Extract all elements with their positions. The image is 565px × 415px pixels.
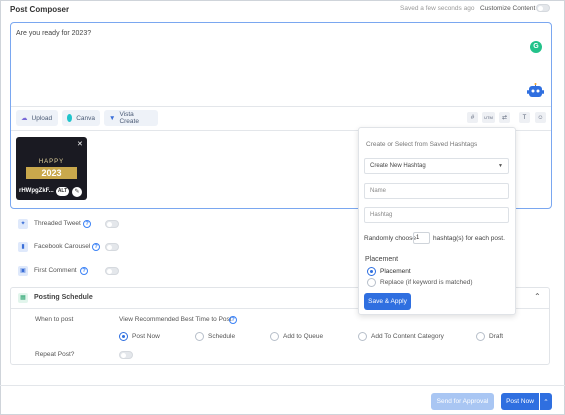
cloud-upload-icon: ☁	[21, 115, 28, 122]
link-shortener-icon[interactable]: ⇄	[499, 112, 510, 123]
placement-option-label: Placement	[380, 268, 411, 275]
when-to-post-label: When to post	[35, 316, 74, 323]
utm-icon[interactable]: UTM	[482, 112, 495, 123]
help-icon[interactable]: ?	[229, 316, 237, 324]
carousel-icon: ▮	[18, 242, 28, 252]
twitter-icon: ✦	[18, 219, 28, 229]
text-format-icon[interactable]: T	[519, 112, 530, 123]
random-count-suffix: hashtag(s) for each post.	[433, 235, 505, 242]
random-count-input[interactable]: 1	[413, 232, 430, 244]
replace-radio[interactable]	[367, 278, 376, 287]
draft-radio[interactable]	[476, 332, 485, 341]
emoji-icon[interactable]: ☺	[535, 112, 546, 123]
post-now-button[interactable]: Post Now	[501, 393, 539, 410]
canva-button[interactable]: Canva	[62, 110, 100, 126]
hashtag-select-value: Create New Hashtag	[370, 163, 426, 169]
canva-icon	[67, 114, 73, 122]
repeat-post-label: Repeat Post?	[35, 351, 75, 358]
send-for-approval-button[interactable]: Send for Approval	[431, 393, 494, 410]
add-to-content-category-radio[interactable]	[358, 332, 367, 341]
schedule-option-label: Schedule	[208, 333, 236, 340]
facebook-carousel-label: Facebook Carousel	[34, 243, 91, 250]
vista-create-icon: ▼	[109, 114, 116, 122]
add-to-queue-radio[interactable]	[270, 332, 279, 341]
ai-assistant-robot-icon[interactable]	[527, 83, 544, 99]
first-comment-label: First Comment	[34, 267, 77, 274]
schedule-radio[interactable]	[195, 332, 204, 341]
add-to-queue-option-label: Add to Queue	[283, 333, 324, 340]
recommended-time-link[interactable]: View Recommended Best Time to Post	[119, 316, 232, 323]
save-apply-button[interactable]: Save & Apply	[364, 293, 411, 310]
remove-media-icon[interactable]: ✕	[77, 140, 83, 148]
repeat-post-toggle[interactable]	[119, 351, 133, 359]
help-icon[interactable]: ?	[83, 220, 91, 228]
vista-create-button[interactable]: ▼ Vista Create	[104, 110, 158, 126]
footer-divider	[0, 385, 565, 386]
help-icon[interactable]: ?	[92, 243, 100, 251]
composer-divider	[11, 106, 551, 107]
grammar-check-icon[interactable]: G	[530, 41, 542, 53]
thumbnail-year-text: 2023	[26, 167, 77, 179]
thumbnail-happy-text: HAPPY	[38, 159, 65, 165]
customize-content-toggle[interactable]	[536, 4, 550, 12]
posting-schedule-title: Posting Schedule	[34, 294, 93, 301]
first-comment-toggle[interactable]	[105, 267, 119, 275]
upload-button[interactable]: ☁ Upload	[16, 110, 58, 126]
hashtag-input[interactable]: Hashtag	[364, 207, 509, 223]
edit-media-icon[interactable]: ✎	[72, 187, 82, 197]
hashtag-select[interactable]: Create New Hashtag ▼	[364, 158, 509, 174]
facebook-carousel-toggle[interactable]	[105, 243, 119, 251]
threaded-tweet-toggle[interactable]	[105, 220, 119, 228]
media-filename: rHWpgZkF...	[19, 188, 54, 194]
post-now-option-label: Post Now	[132, 333, 160, 340]
media-thumbnail[interactable]: HAPPY 2023 rHWpgZkF... ALT ✎ ✕	[16, 137, 87, 200]
hashtag-popup-title: Create or Select from Saved Hashtags	[366, 141, 478, 148]
saved-status: Saved a few seconds ago	[400, 5, 475, 12]
collapse-chevron-icon[interactable]: ⌃	[534, 292, 541, 301]
placement-title: Placement	[365, 256, 399, 263]
page-title: Post Composer	[10, 5, 70, 14]
hashtag-icon[interactable]: #	[467, 112, 478, 123]
add-to-content-category-option-label: Add To Content Category	[371, 333, 444, 340]
chevron-down-icon: ▼	[498, 163, 503, 169]
placement-radio[interactable]	[367, 267, 376, 276]
randomly-choose-label: Randomly choose	[364, 235, 417, 242]
post-options-dropdown-icon[interactable]: ⌃	[540, 393, 552, 410]
replace-option-label: Replace (if keyword is matched)	[380, 279, 473, 286]
post-text-input[interactable]: Are you ready for 2023?	[16, 30, 91, 37]
help-icon[interactable]: ?	[80, 267, 88, 275]
hashtag-name-input[interactable]: Name	[364, 183, 509, 199]
calendar-icon: ▦	[18, 293, 28, 303]
alt-text-button[interactable]: ALT	[56, 187, 69, 196]
customize-content-label: Customize Content	[480, 5, 536, 12]
comment-icon: ▣	[18, 266, 28, 276]
threaded-tweet-label: Threaded Tweet	[34, 220, 81, 227]
draft-option-label: Draft	[489, 333, 504, 340]
post-now-radio[interactable]	[119, 332, 128, 341]
